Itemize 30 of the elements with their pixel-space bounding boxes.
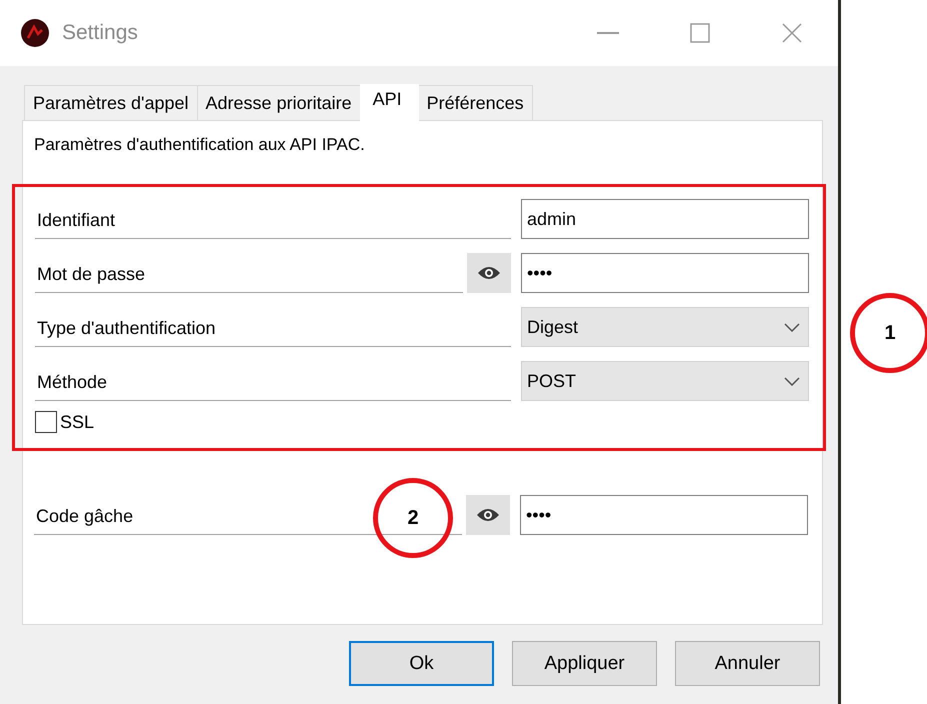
field-label: Type d'authentification bbox=[35, 307, 511, 347]
eye-icon bbox=[476, 508, 500, 522]
checkbox-label: SSL bbox=[60, 412, 94, 432]
password-field[interactable]: •••• bbox=[520, 495, 808, 535]
eye-icon bbox=[477, 266, 501, 280]
dialog-button[interactable]: Appliquer bbox=[512, 641, 657, 686]
field-label: Mot de passe bbox=[35, 253, 463, 293]
dialog-button[interactable]: Annuler bbox=[675, 641, 820, 686]
tab[interactable]: Préférences bbox=[418, 85, 533, 120]
window-title: Settings bbox=[62, 21, 139, 45]
annotation-circle: 1 bbox=[850, 293, 927, 373]
dropdown[interactable]: POST bbox=[521, 361, 809, 401]
field-label: Méthode bbox=[35, 361, 511, 401]
tab[interactable]: API bbox=[360, 84, 419, 121]
chevron-down-icon bbox=[784, 322, 800, 332]
show-password-button[interactable] bbox=[466, 495, 510, 535]
close-icon[interactable] bbox=[782, 23, 802, 43]
checkbox[interactable] bbox=[35, 411, 57, 433]
tab[interactable]: Paramètres d'appel bbox=[24, 85, 198, 120]
password-field[interactable]: •••• bbox=[521, 253, 809, 293]
field-label: Identifiant bbox=[35, 199, 511, 239]
chevron-down-icon bbox=[784, 376, 800, 386]
show-password-button[interactable] bbox=[467, 253, 511, 293]
maximize-icon[interactable] bbox=[690, 23, 710, 43]
app-icon bbox=[20, 18, 50, 48]
description-text: Paramètres d'authentification aux API IPAC. bbox=[33, 134, 366, 156]
dialog-button[interactable]: Ok bbox=[349, 641, 494, 686]
dropdown[interactable]: Digest bbox=[521, 307, 809, 347]
annotation-circle: 2 bbox=[373, 478, 453, 558]
text-field[interactable]: admin bbox=[521, 199, 809, 239]
